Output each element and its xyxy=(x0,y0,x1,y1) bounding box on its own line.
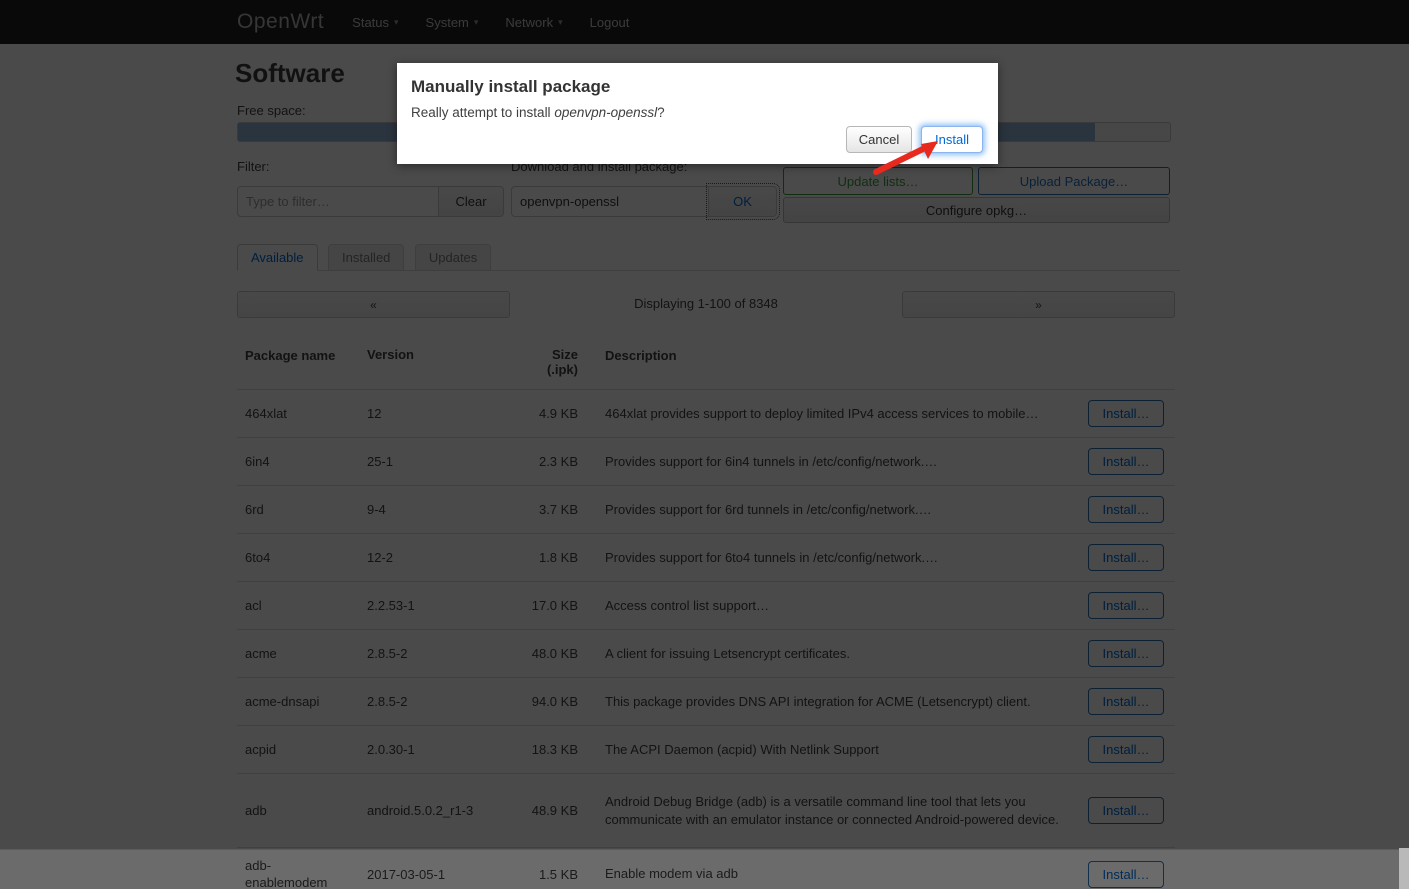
dialog-title: Manually install package xyxy=(397,63,998,97)
message-prefix: Really attempt to install xyxy=(411,105,554,120)
install-confirm-button[interactable]: Install xyxy=(921,126,983,153)
scrollbar-thumb[interactable] xyxy=(1399,848,1409,889)
message-suffix: ? xyxy=(657,105,665,120)
page: OpenWrt Status ▾ System ▾ Network ▾ Logo… xyxy=(0,0,1409,889)
message-package-name: openvpn-openssl xyxy=(554,105,657,120)
dialog-message: Really attempt to install openvpn-openss… xyxy=(397,97,998,120)
dialog-actions: Cancel Install xyxy=(846,126,983,153)
cancel-button[interactable]: Cancel xyxy=(846,126,912,153)
install-confirm-dialog: Manually install package Really attempt … xyxy=(397,63,998,164)
